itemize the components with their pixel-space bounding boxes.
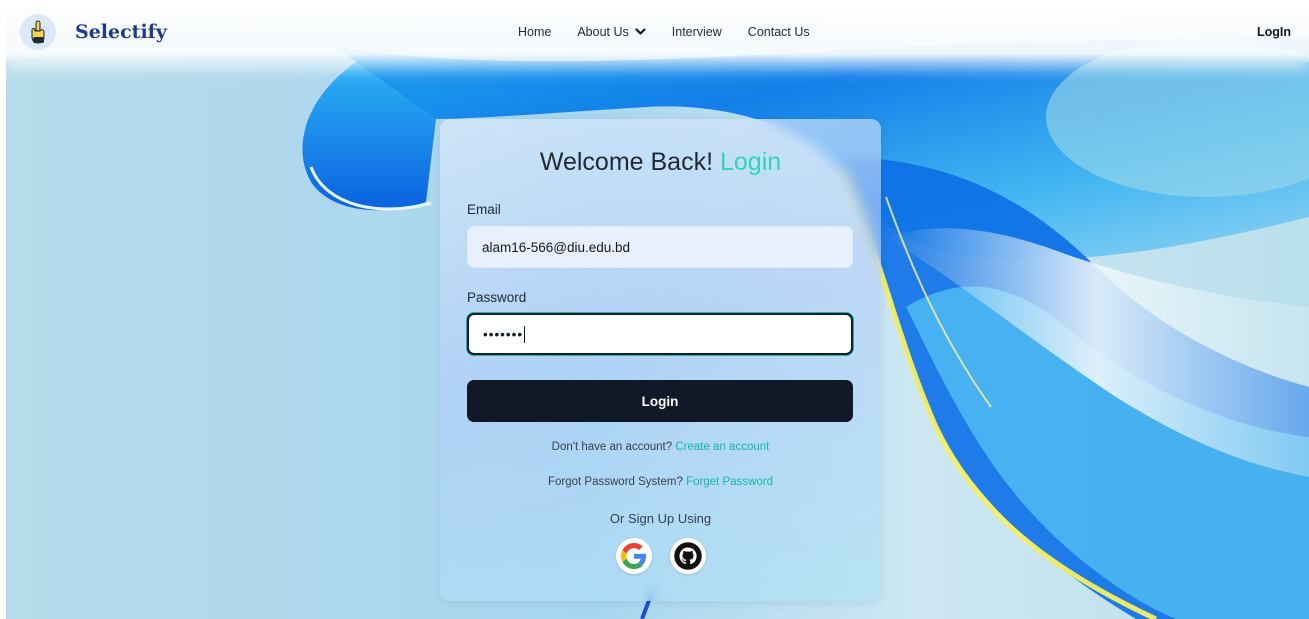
or-sign-up-text: Or Sign Up Using xyxy=(609,511,712,526)
password-value: ••••••• xyxy=(483,326,524,342)
nav-interview-label: Interview xyxy=(671,25,722,39)
brand[interactable]: Selectify xyxy=(20,14,167,50)
nav-about-us[interactable]: About Us xyxy=(577,25,646,39)
title-accent: Login xyxy=(720,148,782,176)
nav-contact-label: Contact Us xyxy=(747,25,810,39)
forgot-prompt-text: Forgot Password System? xyxy=(548,476,683,488)
text-caret xyxy=(524,325,526,343)
password-field[interactable]: ••••••• xyxy=(467,313,853,355)
password-label: Password xyxy=(467,290,527,305)
nav-login-link[interactable]: LogIn xyxy=(1257,25,1291,39)
email-value: alam16-566@diu.edu.bd xyxy=(482,239,631,255)
signup-prompt: Don't have an account? Create an account xyxy=(440,441,881,453)
github-login-button[interactable] xyxy=(670,538,706,574)
nav-home[interactable]: Home xyxy=(518,25,551,39)
email-label: Email xyxy=(467,202,501,217)
app-viewport: Selectify Home About Us Interview Contac… xyxy=(6,7,1309,619)
email-field[interactable]: alam16-566@diu.edu.bd xyxy=(467,226,853,268)
login-button[interactable]: Login xyxy=(467,380,853,422)
forget-password-link[interactable]: Forget Password xyxy=(686,476,773,488)
google-login-button[interactable] xyxy=(616,538,652,574)
nav-home-label: Home xyxy=(518,25,552,39)
top-navbar: Selectify Home About Us Interview Contac… xyxy=(6,7,1309,62)
nav-about-label: About Us xyxy=(577,25,629,39)
title-prefix: Welcome Back! xyxy=(539,148,714,176)
nav-interview[interactable]: Interview xyxy=(672,25,722,39)
create-account-link[interactable]: Create an account xyxy=(675,441,769,453)
nav-contact-us[interactable]: Contact Us xyxy=(748,25,810,39)
pointing-hand-icon xyxy=(20,14,56,50)
chevron-down-icon xyxy=(635,28,646,35)
login-card: Welcome Back! Login Email alam16-566@diu… xyxy=(440,119,881,601)
forgot-prompt: Forgot Password System? Forget Password xyxy=(440,476,881,488)
login-title: Welcome Back! Login xyxy=(440,148,881,177)
github-icon xyxy=(674,542,702,570)
signup-prompt-text: Don't have an account? xyxy=(551,441,673,453)
google-icon xyxy=(621,543,646,569)
brand-name: Selectify xyxy=(75,21,167,43)
social-login-buttons xyxy=(616,538,724,574)
nav-links: Home About Us Interview Contact Us xyxy=(518,25,836,39)
